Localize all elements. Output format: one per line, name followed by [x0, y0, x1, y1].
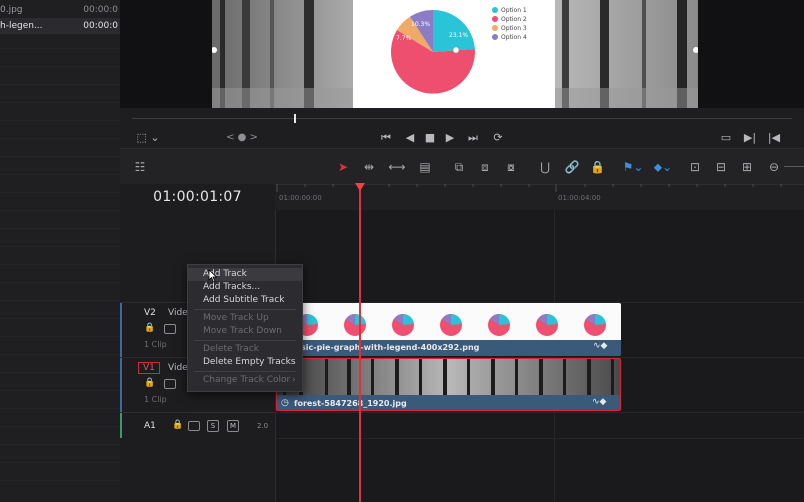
clip-curve-icon[interactable]: ∿◆: [592, 397, 606, 407]
zoom-out-icon[interactable]: ⊖: [768, 159, 780, 175]
replace-clip-icon[interactable]: ⧇: [502, 159, 520, 175]
blade-tool-icon[interactable]: ▤: [416, 159, 434, 175]
zoom-slider[interactable]: [784, 166, 804, 167]
auto-select-icon[interactable]: [188, 421, 200, 431]
timeline-track-area[interactable]: [275, 210, 804, 502]
selection-tool-icon[interactable]: ➤: [336, 159, 350, 175]
track-context-menu: Add Track Add Tracks... Add Subtitle Tra…: [187, 264, 303, 392]
go-to-start-icon[interactable]: ⏮: [378, 128, 394, 148]
lock-track-icon[interactable]: 🔒: [144, 378, 155, 388]
match-frame-icon[interactable]: ▭: [718, 128, 734, 148]
custom-zoom-icon[interactable]: ⊞: [738, 159, 756, 175]
mouse-cursor-icon: [208, 269, 218, 283]
play-reverse-icon[interactable]: ◀: [402, 128, 418, 148]
menu-item-add-track[interactable]: Add Track: [188, 268, 302, 281]
media-item-name: h-legen...: [0, 21, 43, 31]
media-item-name: 0.jpg: [0, 5, 23, 15]
menu-item-add-subtitle-track[interactable]: Add Subtitle Track: [188, 294, 302, 307]
slice-label: 7.7%: [396, 35, 412, 42]
lock-track-icon[interactable]: 🔒: [172, 420, 183, 430]
media-item-duration: 00:00:0: [83, 21, 118, 31]
previous-edit-icon[interactable]: |◀: [766, 128, 782, 148]
playhead-handle[interactable]: [355, 183, 365, 191]
track-id: A1: [144, 421, 156, 431]
viewer-playhead[interactable]: [294, 114, 296, 123]
timeline-toolbar: ☷ ➤ ⇹ ⟷ ▤ ⧉ ⧈ ⧇ ⋃ 🔗 🔒 ⚑⌄ ⬥⌄ ⊡ ⊟ ⊞ ⊖: [120, 148, 804, 186]
menu-item-add-tracks[interactable]: Add Tracks...: [188, 281, 302, 294]
pie-slice-option-1: [433, 10, 475, 52]
timecode-panel: 01:00:01:07: [120, 184, 275, 210]
track-id: V2: [144, 308, 156, 318]
dynamic-trim-icon[interactable]: ⟷: [388, 159, 406, 175]
media-pool-item-selected[interactable]: h-legen... 00:00:0: [0, 18, 120, 34]
full-extent-zoom-icon[interactable]: ⊡: [686, 159, 704, 175]
viewer-panel: 23.1% 59% 7.7% 10.3% Option 1 Option 2 O…: [120, 0, 804, 108]
lock-track-icon[interactable]: 🔒: [144, 323, 155, 333]
auto-select-icon[interactable]: [164, 379, 176, 389]
marker-icon[interactable]: ⬥⌄: [652, 159, 674, 175]
track-destination-v1[interactable]: V1: [138, 362, 160, 374]
solo-button[interactable]: S: [207, 420, 219, 432]
jog-control[interactable]: < ● >: [224, 128, 260, 148]
media-pool-item[interactable]: 0.jpg 00:00:0: [0, 2, 120, 18]
flag-icon[interactable]: ⚑⌄: [622, 159, 644, 175]
mute-button[interactable]: M: [227, 420, 239, 432]
transform-mode-icon[interactable]: ⬚ ⌄: [134, 128, 162, 148]
insert-clip-icon[interactable]: ⧉: [450, 159, 468, 175]
stop-icon[interactable]: ■: [422, 128, 438, 148]
clip-name: forest-5847268_1920.jpg: [294, 399, 407, 408]
auto-select-icon[interactable]: [164, 324, 176, 334]
menu-item-delete-empty-tracks[interactable]: Delete Empty Tracks: [188, 356, 302, 369]
next-edit-icon[interactable]: ▶|: [742, 128, 758, 148]
media-pool-panel: 0.jpg 00:00:0 h-legen... 00:00:0: [0, 0, 121, 502]
linked-selection-icon[interactable]: 🔗: [564, 159, 580, 175]
clip-thumbnails: [296, 313, 606, 336]
audio-channel-level: 2.0: [257, 422, 269, 430]
legend-entry: Option 4: [501, 34, 527, 41]
snapping-icon[interactable]: ⋃: [538, 159, 552, 175]
go-to-end-icon[interactable]: ⏭: [464, 128, 482, 148]
slice-label: 10.3%: [411, 21, 430, 28]
clip-v2-pie-graph[interactable]: sic-pie-graph-with-legend-400x292.png ∿◆: [277, 303, 621, 356]
overwrite-clip-icon[interactable]: ⧈: [476, 159, 494, 175]
trim-tool-icon[interactable]: ⇹: [360, 159, 378, 175]
submenu-arrow-icon: ›: [292, 375, 296, 385]
legend-entry: Option 3: [501, 25, 527, 32]
ruler-mark: 01:00:04:00: [558, 194, 601, 202]
ruler-mark: 01:00:00:00: [279, 194, 322, 202]
position-lock-icon[interactable]: 🔒: [590, 159, 605, 175]
play-icon[interactable]: ▶: [442, 128, 458, 148]
menu-item-move-track-up: Move Track Up: [203, 313, 269, 323]
menu-item-move-track-down: Move Track Down: [203, 326, 282, 336]
clip-name: sic-pie-graph-with-legend-400x292.png: [301, 343, 480, 352]
track-header-a1[interactable]: A1 🔒 S M 2.0: [120, 412, 275, 439]
clip-speed-icon: ◷: [281, 398, 289, 408]
viewer-scrub-bar[interactable]: [120, 108, 804, 130]
transport-controls: ⬚ ⌄ < ● > ⏮ ◀ ■ ▶ ⏭ ⟳ ▭ ▶| |◀: [120, 128, 804, 148]
slice-label: 23.1%: [449, 32, 468, 39]
timeline-timecode[interactable]: 01:00:01:07: [120, 184, 275, 210]
menu-item-change-track-color: Change Track Color: [203, 375, 291, 385]
loop-icon[interactable]: ⟳: [490, 128, 506, 148]
legend-entry: Option 2: [501, 16, 527, 23]
timeline-playhead[interactable]: [359, 184, 361, 502]
clip-v1-forest[interactable]: ◷ forest-5847268_1920.jpg ∿◆: [276, 358, 621, 411]
media-item-duration: 00:00:0: [83, 5, 118, 15]
track-name[interactable]: Vide: [168, 363, 188, 373]
clip-thumbnails: [277, 359, 620, 395]
detail-zoom-icon[interactable]: ⊟: [712, 159, 730, 175]
track-clip-count: 1 Clip: [144, 395, 167, 404]
clip-curve-icon[interactable]: ∿◆: [593, 341, 607, 351]
transform-handle[interactable]: [693, 47, 698, 53]
slice-label: 59%: [419, 99, 433, 106]
legend-entry: Option 1: [501, 7, 527, 14]
menu-item-delete-track: Delete Track: [203, 344, 259, 354]
track-clip-count: 1 Clip: [144, 340, 167, 349]
timeline-view-options-icon[interactable]: ☷: [130, 159, 150, 175]
track-name[interactable]: Vide: [168, 308, 188, 318]
pie-chart-overlay[interactable]: 23.1% 59% 7.7% 10.3% Option 1 Option 2 O…: [353, 0, 555, 108]
